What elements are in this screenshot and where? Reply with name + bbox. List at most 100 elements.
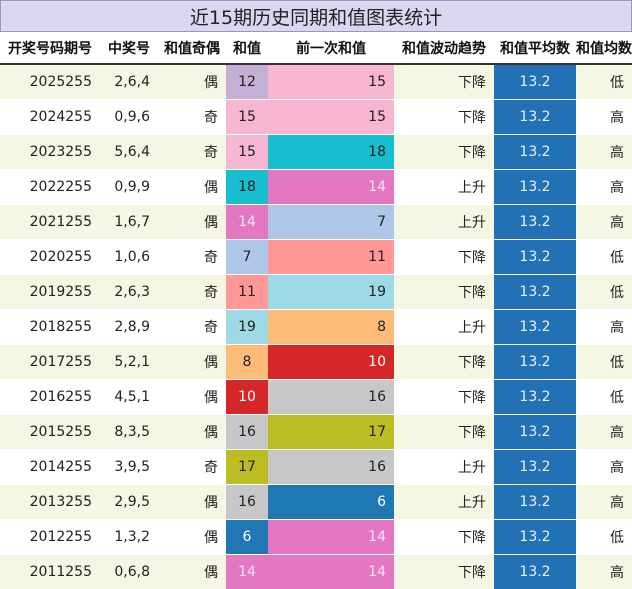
cell-prev-sum: 15 [268,100,394,135]
cell-avg-trend: 高 [576,450,632,485]
cell-period: 2013255 [0,485,100,520]
cell-period: 2018255 [0,310,100,345]
table-body: 20252552,6,4偶1215下降13.2低20242550,9,6奇151… [0,64,632,589]
table-row: 20182552,8,9奇198上升13.2高 [0,310,632,345]
cell-prev-sum: 18 [268,135,394,170]
cell-sum-trend: 上升 [394,450,494,485]
cell-sum: 14 [226,555,268,589]
cell-sum: 19 [226,310,268,345]
cell-sum: 15 [226,135,268,170]
cell-avg-trend: 低 [576,275,632,310]
cell-avg-trend: 低 [576,520,632,555]
cell-sum: 12 [226,64,268,100]
cell-sum-trend: 下降 [394,100,494,135]
cell-avg: 13.2 [494,310,576,345]
table-row: 20162554,5,1偶1016下降13.2低 [0,380,632,415]
cell-sum: 8 [226,345,268,380]
cell-sum: 15 [226,100,268,135]
cell-avg: 13.2 [494,135,576,170]
cell-avg-trend: 高 [576,415,632,450]
header-parity: 和值奇偶 [158,32,226,64]
cell-avg: 13.2 [494,555,576,589]
cell-avg: 13.2 [494,64,576,100]
cell-avg-trend: 低 [576,380,632,415]
cell-parity: 奇 [158,275,226,310]
cell-period: 2014255 [0,450,100,485]
cell-prev-sum: 16 [268,450,394,485]
cell-avg: 13.2 [494,205,576,240]
cell-avg: 13.2 [494,275,576,310]
cell-parity: 奇 [158,450,226,485]
cell-sum-trend: 上升 [394,310,494,345]
cell-numbers: 2,6,3 [100,275,158,310]
cell-avg-trend: 高 [576,100,632,135]
cell-sum-trend: 下降 [394,520,494,555]
cell-prev-sum: 19 [268,275,394,310]
cell-prev-sum: 16 [268,380,394,415]
cell-avg-trend: 高 [576,555,632,589]
cell-parity: 偶 [158,170,226,205]
cell-period: 2020255 [0,240,100,275]
table-row: 20222550,9,9偶1814上升13.2高 [0,170,632,205]
cell-parity: 奇 [158,135,226,170]
cell-sum: 14 [226,205,268,240]
cell-avg-trend: 低 [576,240,632,275]
cell-numbers: 1,0,6 [100,240,158,275]
cell-parity: 偶 [158,345,226,380]
header-period: 开奖号码期号 [0,32,100,64]
table-row: 20112550,6,8偶1414下降13.2高 [0,555,632,589]
cell-sum: 6 [226,520,268,555]
header-numbers: 中奖号 [100,32,158,64]
cell-sum: 17 [226,450,268,485]
cell-numbers: 1,3,2 [100,520,158,555]
cell-period: 2015255 [0,415,100,450]
cell-prev-sum: 14 [268,555,394,589]
cell-numbers: 2,9,5 [100,485,158,520]
table-row: 20142553,9,5奇1716上升13.2高 [0,450,632,485]
cell-parity: 偶 [158,520,226,555]
table-row: 20172555,2,1偶810下降13.2低 [0,345,632,380]
page-title: 近15期历史同期和值图表统计 [0,0,632,32]
cell-avg: 13.2 [494,100,576,135]
cell-sum-trend: 下降 [394,345,494,380]
cell-numbers: 5,2,1 [100,345,158,380]
cell-parity: 偶 [158,205,226,240]
cell-sum-trend: 下降 [394,555,494,589]
cell-sum: 11 [226,275,268,310]
cell-sum-trend: 上升 [394,205,494,240]
table-row: 20232555,6,4奇1518下降13.2高 [0,135,632,170]
cell-avg: 13.2 [494,415,576,450]
table-row: 20252552,6,4偶1215下降13.2低 [0,64,632,100]
cell-sum-trend: 下降 [394,135,494,170]
cell-numbers: 0,6,8 [100,555,158,589]
cell-sum-trend: 下降 [394,240,494,275]
cell-avg-trend: 低 [576,64,632,100]
cell-avg: 13.2 [494,450,576,485]
cell-parity: 奇 [158,100,226,135]
table-row: 20212551,6,7偶147上升13.2高 [0,205,632,240]
cell-sum: 18 [226,170,268,205]
cell-parity: 偶 [158,415,226,450]
cell-numbers: 4,5,1 [100,380,158,415]
cell-period: 2022255 [0,170,100,205]
cell-avg-trend: 低 [576,345,632,380]
cell-prev-sum: 14 [268,170,394,205]
cell-parity: 偶 [158,485,226,520]
table-row: 20132552,9,5偶166上升13.2高 [0,485,632,520]
cell-numbers: 8,3,5 [100,415,158,450]
cell-sum-trend: 上升 [394,170,494,205]
cell-period: 2025255 [0,64,100,100]
cell-numbers: 3,9,5 [100,450,158,485]
table-row: 20202551,0,6奇711下降13.2低 [0,240,632,275]
header-row: 开奖号码期号 中奖号 和值奇偶 和值 前一次和值 和值波动趋势 和值平均数 和值… [0,32,632,64]
cell-prev-sum: 11 [268,240,394,275]
cell-sum: 16 [226,415,268,450]
header-avg-trend: 和值均数趋势 [576,32,632,64]
cell-period: 2012255 [0,520,100,555]
cell-prev-sum: 10 [268,345,394,380]
cell-period: 2011255 [0,555,100,589]
cell-prev-sum: 8 [268,310,394,345]
cell-period: 2017255 [0,345,100,380]
cell-prev-sum: 17 [268,415,394,450]
cell-avg: 13.2 [494,380,576,415]
